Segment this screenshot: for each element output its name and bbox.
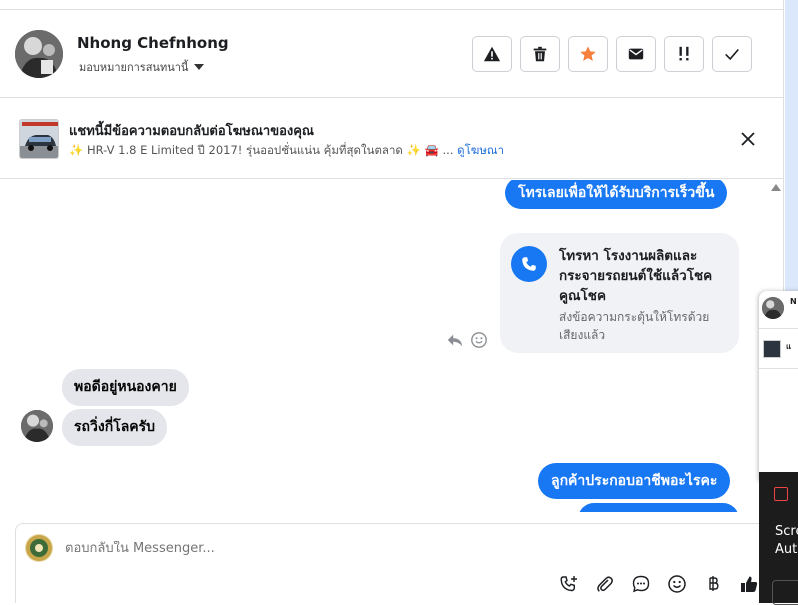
caret-down-icon: [194, 64, 205, 70]
avatar-image: [762, 297, 784, 319]
popup-banner-text: แ: [786, 342, 792, 351]
header-actions: [472, 36, 752, 72]
phone-icon: [511, 246, 547, 282]
check-icon: [725, 48, 739, 61]
ad-banner-description: ✨ HR-V 1.8 E Limited ปี 2017! รุ่นออปชั่…: [69, 142, 504, 160]
composer-toolbar: [558, 573, 759, 594]
popup-name: N: [790, 297, 797, 306]
call-card-title: โทรหา โรงงานผลิตและกระจายรถยนต์ใช้แล้วโช…: [559, 248, 713, 304]
spam-icon: [679, 46, 689, 61]
mark-unread-button[interactable]: [616, 36, 656, 72]
incoming-message: พอดีอยู่หนองคาย: [62, 369, 189, 406]
emoji-icon: [667, 574, 686, 593]
paperclip-icon: [596, 575, 613, 592]
attach-button[interactable]: [594, 573, 615, 594]
emoji-button[interactable]: [666, 573, 687, 594]
close-icon: [741, 132, 755, 146]
star-icon: [580, 46, 596, 61]
outgoing-message-partial: [578, 503, 739, 512]
page-avatar: [25, 534, 53, 562]
recorder-text-1: Scre: [775, 524, 798, 539]
call-request-card: โทรหา โรงงานผลิตและกระจายรถยนต์ใช้แล้วโช…: [500, 233, 739, 353]
conversation-header: Nhong Chefnhong มอบหมายการสนทนานี้: [0, 10, 784, 98]
star-button[interactable]: [568, 36, 608, 72]
page-logo-image: [26, 535, 52, 561]
ad-banner-title: แชทนี้มีข้อความตอบกลับต่อโฆษณาของคุณ: [69, 124, 314, 139]
avatar-image: [21, 410, 53, 442]
ad-description-text: ✨ HR-V 1.8 E Limited ปี 2017! รุ่นออปชั่…: [69, 143, 454, 157]
message-input[interactable]: [65, 541, 665, 556]
incoming-message: รถวิ่งกี่โลครับ: [62, 409, 168, 446]
message-thread[interactable]: โทรเลยเพื่อให้ได้รับบริการเร็วขึ้น โทรหา…: [0, 180, 784, 512]
message-actions: [446, 331, 488, 349]
outgoing-message: ลูกค้าประกอบอาชีพอะไรคะ: [538, 463, 731, 499]
like-button[interactable]: [738, 573, 759, 594]
scroll-up-arrow-icon[interactable]: [771, 184, 781, 191]
call-card-description: ส่งข้อความกระตุ้นให้โทรด้วยเสียงแล้ว: [559, 310, 710, 342]
close-banner-button[interactable]: [738, 129, 758, 149]
mark-alert-button[interactable]: [472, 36, 512, 72]
screen-recorder-panel[interactable]: Scre Auto: [759, 472, 798, 605]
chat-popup-peek[interactable]: N แ: [759, 291, 798, 481]
recorder-button[interactable]: [772, 580, 798, 605]
phone-plus-icon: [559, 575, 577, 591]
call-request-button[interactable]: [558, 573, 579, 594]
mark-done-button[interactable]: [712, 36, 752, 72]
alert-icon: [483, 46, 501, 62]
popup-ad-thumbnail: [763, 340, 781, 358]
avatar-image: [15, 30, 63, 78]
mark-spam-button[interactable]: [664, 36, 704, 72]
mail-icon: [628, 48, 644, 60]
reply-icon[interactable]: [446, 331, 464, 349]
delete-button[interactable]: [520, 36, 560, 72]
payment-button[interactable]: [702, 573, 723, 594]
chat-bubble-icon: [632, 575, 649, 592]
contact-avatar[interactable]: [15, 30, 63, 78]
assign-conversation-dropdown[interactable]: มอบหมายการสนทนานี้: [79, 58, 205, 76]
react-smiley-icon[interactable]: [470, 331, 488, 349]
car-image: [20, 120, 58, 158]
sender-avatar: [21, 410, 53, 442]
saved-replies-button[interactable]: [630, 573, 651, 594]
outgoing-message: โทรเลยเพื่อให้ได้รับบริการเร็วขึ้น: [505, 180, 728, 209]
trash-icon: [533, 46, 547, 62]
ad-reply-banner: แชทนี้มีข้อความตอบกลับต่อโฆษณาของคุณ ✨ H…: [0, 99, 784, 179]
contact-name: Nhong Chefnhong: [77, 34, 229, 52]
baht-icon: [708, 575, 719, 591]
view-ad-link[interactable]: ดูโฆษณา: [457, 143, 504, 157]
assign-label: มอบหมายการสนทนานี้: [79, 61, 189, 74]
reply-composer: [15, 523, 784, 603]
conversation-panel: Nhong Chefnhong มอบหมายการสนทนานี้ แชทนี…: [0, 0, 784, 603]
ad-thumbnail: [19, 119, 59, 159]
popup-divider: [759, 368, 798, 369]
recorder-text-2: Auto: [775, 542, 798, 557]
recorder-icon: [774, 487, 788, 501]
popup-divider: [759, 328, 798, 329]
popup-avatar: [762, 297, 784, 319]
thumbs-up-icon: [740, 576, 757, 592]
